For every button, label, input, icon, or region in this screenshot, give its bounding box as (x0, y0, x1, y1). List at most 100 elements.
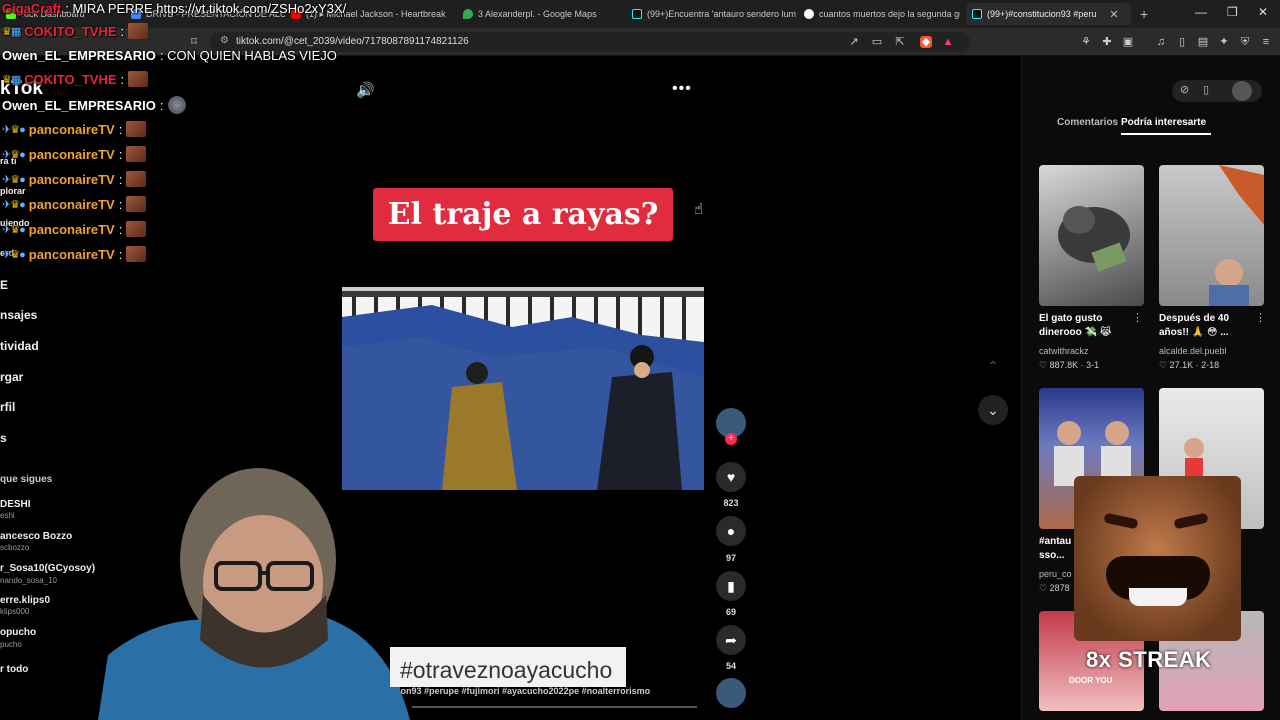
chat-badges: ✈♛● (2, 223, 26, 236)
sidebar-item-profile[interactable]: rfil (0, 400, 15, 414)
browser-tab[interactable]: (99+)Encuentra 'antauro sendero lum (626, 3, 796, 25)
card-author[interactable]: peru_co (1039, 569, 1072, 579)
brave-shield-icon[interactable]: ◆ (920, 36, 932, 48)
save-button[interactable]: ▮ (716, 571, 746, 601)
sidebar-item-more[interactable]: s (0, 431, 7, 445)
card-more-icon[interactable]: ⋮ (1132, 311, 1143, 324)
menu-icon[interactable]: ≡ (1260, 36, 1272, 48)
follow-plus-icon[interactable]: + (725, 433, 737, 445)
browser-tab[interactable]: cuantos muertos dejo la segunda gu (798, 3, 960, 25)
profile-avatar[interactable] (1232, 81, 1252, 101)
like-count: 823 (723, 498, 739, 508)
chat-badges: ✈♛● (2, 173, 26, 186)
chat-line: Owen_EL_EMPRESARIO : (2, 96, 186, 114)
wallet-icon[interactable]: ▤ (1197, 36, 1209, 48)
following-heading: que sigues (0, 474, 53, 485)
next-video-button[interactable]: ⌄ (978, 395, 1008, 425)
close-tab-icon[interactable]: ✕ (1109, 8, 1118, 21)
chat-emote-icon (126, 146, 147, 162)
chat-line: ✈♛● panconaireTV : (2, 246, 147, 262)
chat-line: ✈♛● panconaireTV : (2, 171, 147, 187)
chevron-down-icon: ⌄ (987, 402, 999, 418)
capture-icon[interactable]: ▣ (1122, 36, 1134, 48)
minimize-icon[interactable]: — (1195, 5, 1207, 19)
share-button[interactable]: ➦ (716, 625, 746, 655)
chat-username: panconaireTV (28, 171, 115, 187)
chat-username: Owen_EL_EMPRESARIO (2, 48, 156, 63)
share-icon[interactable]: ↗ (848, 36, 860, 48)
reaction-sticker-image (1074, 476, 1241, 641)
chat-line: ✈♛● panconaireTV : (2, 221, 147, 237)
chat-line: ♛▦ COKITO_TVHE : (2, 71, 149, 87)
bookmark-icon[interactable]: ⌑ (188, 36, 200, 48)
browser-tab[interactable]: 3 Alexanderpl. - Google Maps (457, 3, 622, 25)
export-icon[interactable]: ⇱ (894, 36, 906, 48)
more-options-icon[interactable]: ••• (672, 80, 692, 98)
following-account-name[interactable]: erre.klips0 (0, 595, 50, 606)
chat-emote-icon (126, 196, 147, 212)
video-progress-bar[interactable] (412, 706, 697, 708)
video-thumbnail[interactable] (1159, 165, 1264, 306)
sound-avatar[interactable] (716, 678, 746, 708)
following-account-handle: eshi (0, 511, 15, 520)
window-close-icon[interactable]: ✕ (1258, 5, 1268, 19)
card-title[interactable]: #antau sso... (1039, 535, 1079, 563)
webcam-overlay (98, 465, 418, 720)
demolition-thumbnail-image (1209, 165, 1264, 306)
cursor-hand-icon: ☝ (694, 201, 704, 218)
new-tab-icon[interactable]: + (1140, 6, 1148, 22)
streamer-webcam-image (98, 468, 410, 720)
card-title[interactable]: El gato gusto dinerooo 💸 😹 (1039, 312, 1139, 340)
card-more-icon[interactable]: ⋮ (1255, 311, 1266, 324)
video-caption-hashtags[interactable]: ion93 #perupe #fujimori #ayacucho2022pe … (398, 686, 650, 696)
site-settings-icon[interactable]: ⚙ (220, 35, 229, 46)
extension-icon[interactable]: ⚘ (1080, 36, 1092, 48)
sidebar-icon[interactable]: ▯ (1176, 36, 1188, 48)
card-stats: ♡ 887.8K · 3-1 (1039, 360, 1100, 370)
sidebar-item-activity[interactable]: tividad (0, 339, 39, 353)
following-account-name[interactable]: DESHI (0, 499, 31, 510)
tab-comments[interactable]: Comentarios (1057, 117, 1118, 128)
following-account-name[interactable]: r_Sosa10(GCyosoy) (0, 563, 95, 574)
video-thumbnail[interactable] (1039, 165, 1144, 306)
browser-tab-active[interactable]: (99+)#constitucion93 #peru ✕ (966, 3, 1131, 25)
tab-you-may-like[interactable]: Podría interesarte (1121, 117, 1206, 128)
following-account-handle: scbozzo (0, 543, 30, 552)
restore-icon[interactable]: ❐ (1227, 5, 1238, 19)
sidebar-item-upload[interactable]: rgar (0, 370, 23, 384)
vpn-icon[interactable]: ⛨ (1239, 36, 1251, 48)
video-title-banner: El traje a rayas? (373, 188, 673, 241)
chat-badges: ✈♛● (2, 148, 26, 161)
control-pill: ⊘ ▯ (1172, 80, 1262, 102)
music-icon[interactable]: ♫ (1155, 36, 1167, 48)
sidebar-item-explore[interactable]: plorar (0, 186, 26, 196)
chat-line: Owen_EL_EMPRESARIO : CON QUIEN HABLAS VI… (2, 48, 337, 63)
comment-button[interactable]: ● (716, 516, 746, 546)
volume-icon[interactable]: 🔊 (356, 81, 375, 99)
screen-icon[interactable]: ▭ (871, 36, 883, 48)
comment-count: 97 (725, 553, 736, 563)
following-account-name[interactable]: ancesco Bozzo (0, 531, 72, 542)
like-button[interactable]: ♥ (716, 462, 746, 492)
chat-badges: ✈♛● (2, 198, 26, 211)
card-author[interactable]: alcalde.del.puebl (1159, 346, 1227, 356)
chat-badges: ✈♛● (2, 123, 26, 136)
phone-icon[interactable]: ▯ (1203, 83, 1209, 96)
chat-emote-icon (126, 171, 147, 187)
maps-favicon-icon (463, 9, 473, 19)
leo-icon[interactable]: ✦ (1218, 36, 1230, 48)
sidebar-item-messages[interactable]: nsajes (0, 308, 37, 322)
chat-line: ✈♛● panconaireTV : (2, 121, 147, 137)
card-author[interactable]: catwithrackz (1039, 346, 1089, 356)
active-tab-underline (1121, 133, 1211, 135)
brave-rewards-icon[interactable]: ▲ (942, 36, 954, 48)
following-account-name[interactable]: opucho (0, 627, 36, 638)
previous-video-button[interactable]: ⌃ (978, 351, 1008, 381)
chat-username: COKITO_TVHE (24, 71, 117, 87)
puzzle-icon[interactable]: ✚ (1101, 36, 1113, 48)
card-title[interactable]: Después de 40 años!! 🙏 😳 ... (1159, 312, 1259, 340)
card-stats: ♡ 27.1K · 2-18 (1159, 360, 1220, 370)
see-all-link[interactable]: r todo (0, 664, 28, 675)
compass-icon[interactable]: ⊘ (1180, 83, 1189, 96)
sidebar-item-live[interactable]: E (0, 278, 8, 292)
